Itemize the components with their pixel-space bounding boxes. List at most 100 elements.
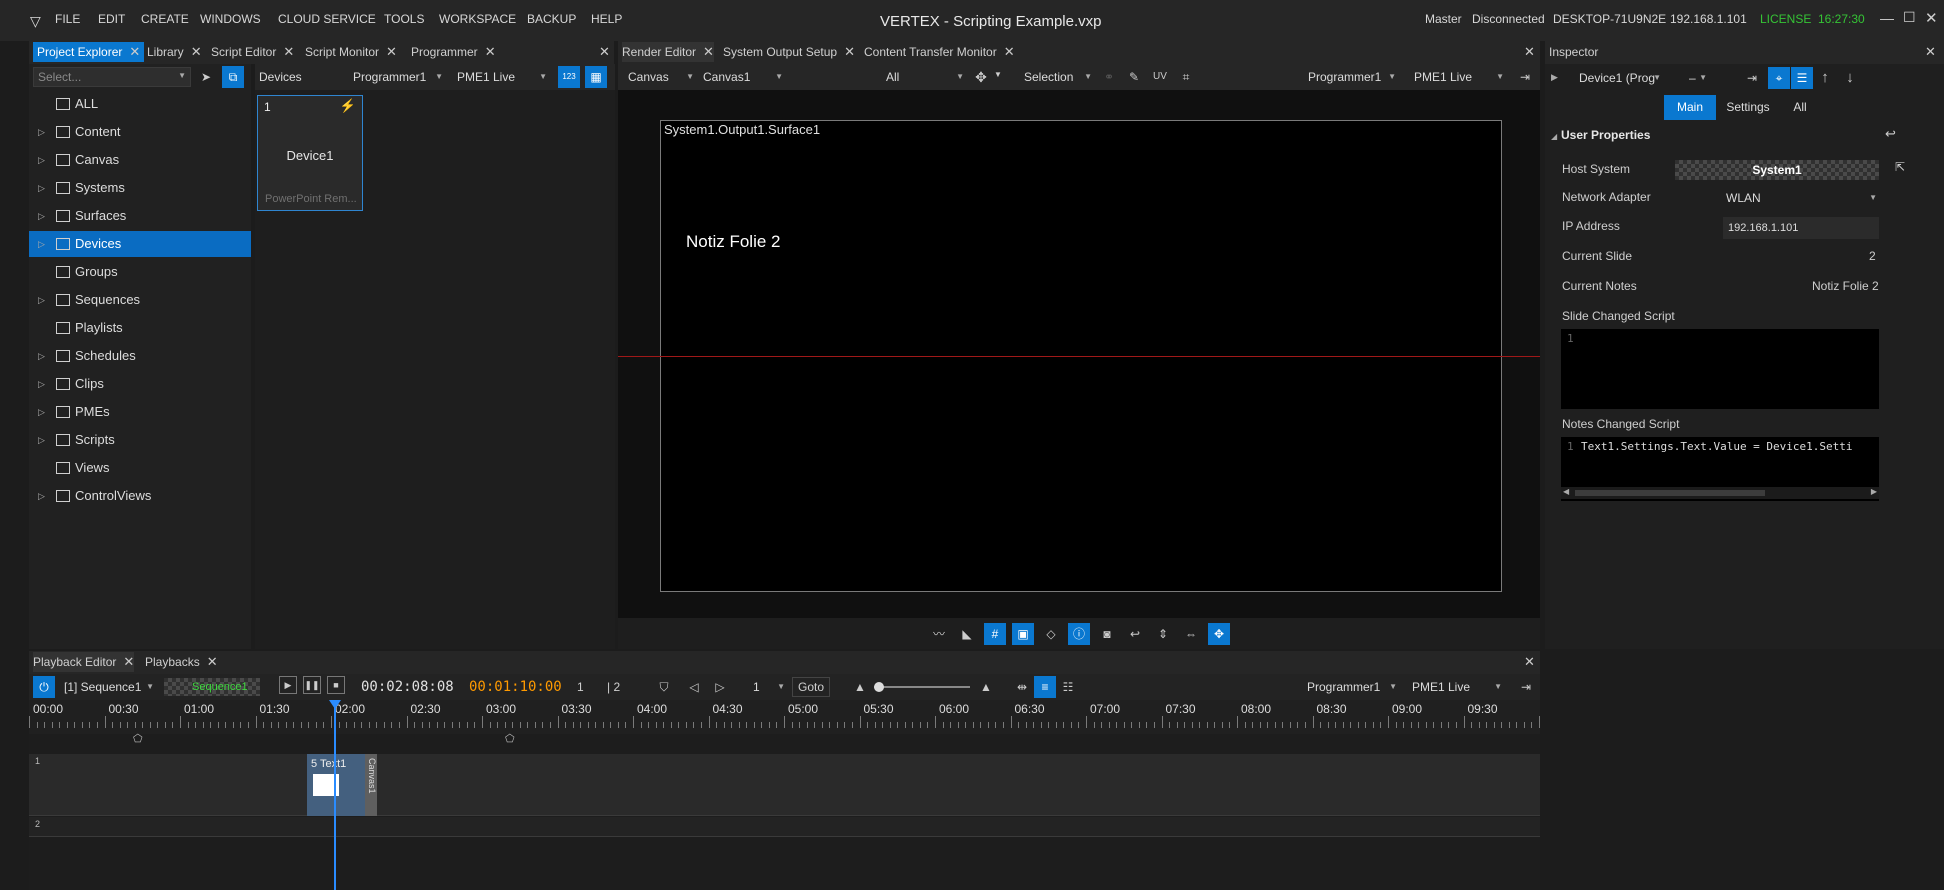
expand-arrow-icon[interactable]: ▷ <box>38 175 45 201</box>
tree-item-schedules[interactable]: ▷ Schedules <box>29 343 251 369</box>
snapshot-icon[interactable]: ◙ <box>1096 623 1118 645</box>
note-text-element[interactable]: Notiz Folie 2 <box>686 232 780 252</box>
device-card[interactable]: 1 ⚡ Device1 PowerPoint Rem... <box>257 95 363 211</box>
tab-script-monitor[interactable]: Script Monitor ✕ <box>305 42 397 62</box>
mountain-small-icon[interactable]: ▲ <box>849 676 871 698</box>
expand-arrow-icon[interactable]: ▷ <box>38 287 45 313</box>
expand-arrow-icon[interactable]: ▷ <box>38 483 45 509</box>
step-forward-icon[interactable]: ▷ <box>709 676 731 698</box>
tree-item-groups[interactable]: Groups <box>29 259 251 285</box>
pin-icon[interactable]: ⇥ <box>1741 67 1763 89</box>
number-view-icon[interactable]: 123 <box>558 66 580 88</box>
vertical-fit-icon[interactable]: ⇕ <box>1152 623 1174 645</box>
timeline-clip[interactable]: 5 Text1 Canvas1 <box>307 754 377 816</box>
render-viewport[interactable]: System1.Output1.Surface1 Notiz Folie 2 <box>618 90 1540 618</box>
menu-tools[interactable]: TOOLS <box>384 12 424 26</box>
undo-icon[interactable]: ↩ <box>1124 623 1146 645</box>
expand-arrow-icon[interactable]: ▷ <box>38 231 45 257</box>
tab-project-explorer[interactable]: Project Explorer ✕ <box>33 42 145 62</box>
slide-script-editor[interactable]: 1 <box>1561 329 1879 409</box>
pin-icon[interactable]: ⇥ <box>1515 676 1537 698</box>
dash-dropdown[interactable]: – ▼ <box>1673 68 1709 88</box>
power-icon[interactable]: ⏻ <box>33 676 55 698</box>
step-back-icon[interactable]: ◁ <box>683 676 705 698</box>
network-adapter-dropdown[interactable]: WLAN ▼ <box>1723 188 1879 208</box>
pme-dropdown[interactable]: PME1 Live ▼ <box>457 67 549 87</box>
tree-item-scripts[interactable]: ▷ Scripts <box>29 427 251 453</box>
canvas1-dropdown[interactable]: Canvas1 ▼ <box>703 67 785 87</box>
tree-item-canvas[interactable]: ▷ Canvas <box>29 147 251 173</box>
host-system-field[interactable]: System1 <box>1675 160 1879 180</box>
menu-edit[interactable]: EDIT <box>98 12 125 26</box>
close-icon[interactable]: ✕ <box>283 44 294 59</box>
expand-arrow-icon[interactable]: ▷ <box>38 119 45 145</box>
shield-icon[interactable]: ⛉ <box>653 676 675 698</box>
mountain-large-icon[interactable]: ▲ <box>975 676 997 698</box>
tree-item-content[interactable]: ▷ Content <box>29 119 251 145</box>
sequence-dropdown[interactable]: [1] Sequence1 ▼ <box>64 677 156 697</box>
license-link[interactable]: LICENSE <box>1760 12 1811 26</box>
uv-icon[interactable]: UV <box>1149 66 1171 88</box>
playback-programmer-dropdown[interactable]: Programmer1 ▼ <box>1307 677 1399 697</box>
tree-item-pmes[interactable]: ▷ PMEs <box>29 399 251 425</box>
subtab-main[interactable]: Main <box>1664 95 1716 120</box>
render-pme-dropdown[interactable]: PME1 Live ▼ <box>1414 67 1506 87</box>
programmer-dropdown[interactable]: Programmer1 ▼ <box>353 67 445 87</box>
menu-cloud-service[interactable]: CLOUD SERVICE <box>278 12 376 26</box>
close-panel-icon[interactable]: ✕ <box>1524 654 1535 670</box>
goto-button[interactable]: Goto <box>792 677 830 697</box>
pause-icon[interactable]: ❚❚ <box>303 676 321 694</box>
menu-workspace[interactable]: WORKSPACE <box>439 12 516 26</box>
close-panel-icon[interactable]: ✕ <box>1925 44 1936 60</box>
link-selection-icon[interactable]: ⧉ <box>222 66 244 88</box>
tab-system-output-setup[interactable]: System Output Setup ✕ <box>723 42 855 62</box>
expand-arrow-icon[interactable]: ▷ <box>38 147 45 173</box>
collapse-icon[interactable]: ◢ <box>1551 132 1557 141</box>
chevron-right-icon[interactable]: ▶ <box>1551 72 1558 83</box>
render-programmer-dropdown[interactable]: Programmer1 ▼ <box>1308 67 1398 87</box>
tree-item-playlists[interactable]: Playlists <box>29 315 251 341</box>
focus-icon[interactable]: ✥ <box>1208 623 1230 645</box>
pin-icon[interactable]: ⇥ <box>1514 66 1536 88</box>
tree-item-views[interactable]: Views <box>29 455 251 481</box>
notes-script-editor[interactable]: 1 Text1.Settings.Text.Value = Device1.Se… <box>1561 437 1879 501</box>
tab-programmer[interactable]: Programmer ✕ <box>411 42 496 62</box>
crop-icon[interactable]: ⌗ <box>1175 66 1197 88</box>
subtab-settings[interactable]: Settings <box>1720 95 1776 120</box>
selection-dropdown[interactable]: Selection ▼ <box>1024 67 1094 87</box>
tab-playback-editor[interactable]: Playback Editor ✕ <box>33 652 135 672</box>
move-tool-icon[interactable]: ✥ <box>970 66 992 88</box>
sequence-chip[interactable]: Sequence1 <box>164 678 260 696</box>
tree-item-systems[interactable]: ▷ Systems <box>29 175 251 201</box>
close-icon[interactable]: ✕ <box>1004 44 1015 59</box>
timeline-ruler[interactable]: 00:00 00:30 01:00 01:30 02:00 02:30 03:00 03:30… <box>29 700 1540 734</box>
expand-arrow-icon[interactable]: ▷ <box>38 371 45 397</box>
tree-item-clips[interactable]: ▷ Clips <box>29 371 251 397</box>
tab-playbacks[interactable]: Playbacks ✕ <box>145 652 218 672</box>
track-row-2[interactable]: 2 <box>29 817 1540 837</box>
add-track-icon[interactable]: ☷ <box>1057 676 1079 698</box>
close-icon[interactable]: ✕ <box>207 654 218 669</box>
horizontal-fit-icon[interactable]: ⇔ <box>1180 623 1202 645</box>
clip-side-bar[interactable]: Canvas1 <box>365 754 377 816</box>
menu-help[interactable]: HELP <box>591 12 622 26</box>
close-window-icon[interactable]: ✕ <box>1925 9 1938 27</box>
tree-item-sequences[interactable]: ▷ Sequences <box>29 287 251 313</box>
tree-item-surfaces[interactable]: ▷ Surfaces <box>29 203 251 229</box>
tree-item-controlviews[interactable]: ▷ ControlViews <box>29 483 251 509</box>
tab-library[interactable]: Library ✕ <box>147 42 202 62</box>
close-icon[interactable]: ✕ <box>485 44 496 59</box>
maximize-icon[interactable]: ☐ <box>1903 9 1916 26</box>
grid-view-icon[interactable]: ▦ <box>585 66 607 88</box>
track-row-1[interactable]: 1 5 Text1 Canvas1 <box>29 754 1540 816</box>
expand-arrow-icon[interactable]: ▷ <box>38 203 45 229</box>
expand-arrow-icon[interactable]: ▷ <box>38 343 45 369</box>
minimize-icon[interactable]: — <box>1880 10 1894 26</box>
waveform-icon[interactable]: 〰 <box>928 623 950 645</box>
fit-width-icon[interactable]: ⇹ <box>1011 676 1033 698</box>
menu-file[interactable]: FILE <box>55 12 80 26</box>
edit-link-icon[interactable]: ⇱ <box>1895 160 1905 174</box>
canvas-dropdown[interactable]: Canvas ▼ <box>628 67 696 87</box>
close-icon[interactable]: ✕ <box>191 44 202 59</box>
arrow-up-icon[interactable]: ↑ <box>1814 67 1836 89</box>
